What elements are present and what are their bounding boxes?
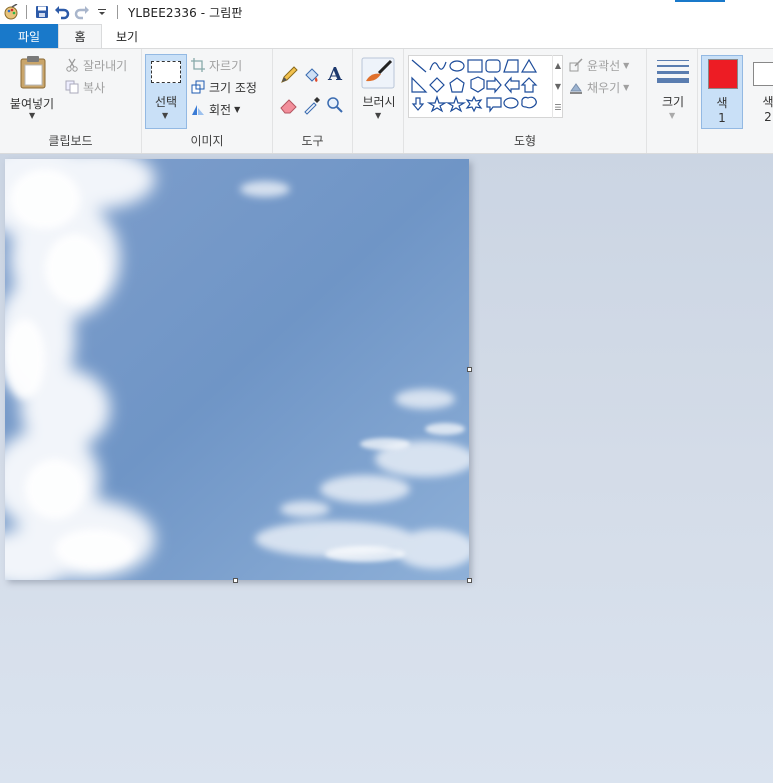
color1-number: 1 (718, 111, 726, 125)
color2-button[interactable]: 색 2 (748, 55, 773, 129)
clipboard-group-label: 클립보드 (48, 134, 93, 148)
title-separator (117, 5, 118, 19)
tab-home[interactable]: 홈 (58, 24, 102, 48)
eraser-tool[interactable] (279, 95, 299, 115)
color1-button[interactable]: 색 1 (701, 55, 743, 129)
resize-icon (190, 79, 206, 95)
shapes-gallery[interactable] (408, 55, 563, 118)
fill-tool[interactable] (302, 65, 322, 85)
shapes-scrollbar[interactable]: ▲ ▼ ☰ (552, 55, 563, 118)
fill-dropdown-icon[interactable]: ▼ (623, 83, 629, 92)
save-icon[interactable] (33, 3, 51, 21)
window-title: YLBEE2336 - 그림판 (128, 5, 243, 20)
pencil-icon (281, 66, 298, 83)
crop-button[interactable]: 자르기 (190, 55, 242, 75)
quick-access-toolbar (2, 0, 124, 24)
select-label: 선택 (154, 95, 178, 109)
size-button[interactable]: 크기 ▼ (651, 55, 695, 127)
fill-button[interactable]: 채우기 ▼ (568, 77, 629, 97)
magnifier-icon (327, 97, 343, 113)
color-picker-tool[interactable] (302, 95, 322, 115)
scissors-icon (64, 57, 80, 73)
shapes-gallery-icons (411, 58, 538, 113)
color2-number: 2 (764, 110, 772, 124)
text-tool-icon[interactable]: A (325, 65, 345, 85)
eraser-icon (280, 99, 297, 114)
sky-image (5, 159, 469, 580)
rotate-dropdown-icon[interactable]: ▼ (234, 105, 240, 114)
brushes-group: 브러시 ▼ (353, 49, 404, 153)
outline-label: 윤곽선 (587, 58, 621, 73)
resize-button[interactable]: 크기 조정 (190, 77, 257, 97)
paste-icon (20, 56, 46, 89)
brushes-label: 브러시 (362, 95, 396, 109)
scroll-down-icon[interactable]: ▼ (555, 82, 561, 91)
ribbon: 붙여넣기 ▼ 잘라내기 복사 클립보드 선택 ▼ 자르기 크기 조정 회전 ▼ … (0, 48, 773, 154)
redo-icon[interactable] (73, 3, 91, 21)
paint-app-icon[interactable] (2, 3, 20, 21)
line-width-icon (657, 60, 689, 83)
crop-label: 자르기 (209, 58, 243, 73)
cut-label: 잘라내기 (83, 58, 128, 73)
copy-icon (64, 79, 80, 95)
clipboard-group: 붙여넣기 ▼ 잘라내기 복사 클립보드 (0, 49, 142, 153)
title-accent-bar (675, 0, 725, 2)
resize-handle-bottom[interactable] (233, 578, 238, 583)
rotate-icon (190, 101, 206, 117)
paste-button[interactable]: 붙여넣기 ▼ (6, 53, 58, 125)
fill-label: 채우기 (587, 80, 621, 95)
resize-handle-right[interactable] (467, 367, 472, 372)
brushes-button[interactable]: 브러시 ▼ (357, 55, 401, 127)
customize-dropdown-icon[interactable] (93, 3, 111, 21)
tools-group: A 도구 (273, 49, 353, 153)
title-bar: YLBEE2336 - 그림판 (0, 0, 773, 24)
paste-dropdown-icon[interactable]: ▼ (29, 111, 35, 120)
brush-icon (361, 57, 395, 89)
cut-button[interactable]: 잘라내기 (64, 55, 127, 75)
size-dropdown-icon[interactable]: ▼ (669, 111, 675, 120)
size-label: 크기 (661, 95, 685, 109)
tab-file[interactable]: 파일 (0, 24, 58, 48)
rotate-button[interactable]: 회전 ▼ (190, 99, 240, 119)
color2-label: 색 (762, 95, 773, 109)
shapes-group-label: 도형 (513, 134, 537, 148)
resize-label: 크기 조정 (209, 80, 257, 95)
pencil-tool[interactable] (279, 65, 299, 85)
scroll-up-icon[interactable]: ▲ (555, 61, 561, 70)
tab-view[interactable]: 보기 (102, 24, 152, 48)
eyedropper-icon (304, 97, 320, 115)
outline-icon (568, 57, 584, 73)
canvas-workspace[interactable] (0, 154, 773, 783)
ribbon-tabs: 파일 홈 보기 (0, 24, 773, 48)
image-group-label: 이미지 (190, 134, 224, 148)
canvas-image[interactable] (5, 159, 469, 580)
select-icon (151, 61, 181, 83)
magnifier-tool[interactable] (325, 95, 345, 115)
image-group: 선택 ▼ 자르기 크기 조정 회전 ▼ 이미지 (142, 49, 273, 153)
title-separator (26, 5, 27, 19)
copy-label: 복사 (83, 80, 106, 95)
color1-swatch (708, 59, 738, 89)
outline-dropdown-icon[interactable]: ▼ (623, 61, 629, 70)
fill-shape-icon (568, 79, 584, 95)
resize-handle-corner[interactable] (467, 578, 472, 583)
copy-button[interactable]: 복사 (64, 77, 105, 97)
outline-button[interactable]: 윤곽선 ▼ (568, 55, 629, 75)
select-dropdown-icon[interactable]: ▼ (162, 111, 168, 120)
paste-label: 붙여넣기 (9, 97, 55, 111)
color1-label: 색 (716, 96, 728, 110)
color2-swatch (753, 62, 773, 86)
crop-icon (190, 57, 206, 73)
rotate-label: 회전 (209, 102, 232, 117)
undo-icon[interactable] (53, 3, 71, 21)
tools-group-label: 도구 (301, 134, 324, 148)
select-button[interactable]: 선택 ▼ (145, 54, 187, 129)
brushes-dropdown-icon[interactable]: ▼ (375, 111, 381, 120)
size-group: 크기 ▼ (647, 49, 698, 153)
paint-bucket-icon (305, 68, 319, 82)
gallery-expand-icon[interactable]: ☰ (554, 103, 561, 112)
